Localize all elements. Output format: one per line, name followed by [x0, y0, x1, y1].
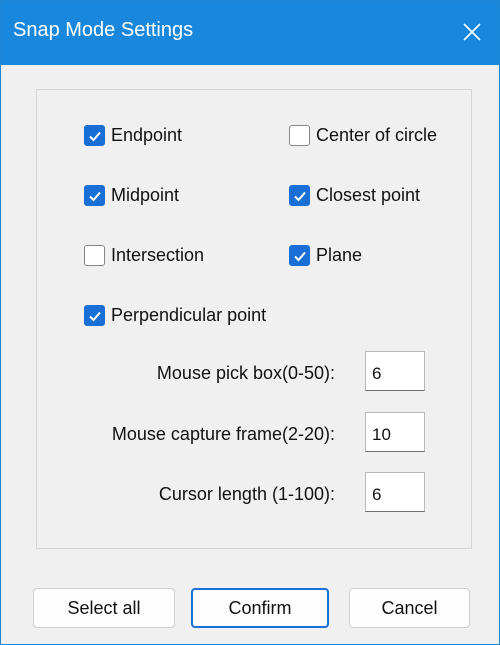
checkmark-icon [293, 251, 306, 261]
closest-point-check-box[interactable] [289, 185, 310, 206]
midpoint-checkbox[interactable]: Midpoint [84, 185, 179, 206]
endpoint-check-box[interactable] [84, 125, 105, 146]
plane-check-box[interactable] [289, 245, 310, 266]
midpoint-label: Midpoint [111, 185, 180, 205]
closest-point-label: Closest point [316, 185, 421, 205]
checkmark-icon [88, 191, 101, 201]
plane-checkbox[interactable]: Plane [289, 245, 362, 266]
close-icon [463, 23, 481, 41]
confirm-button[interactable]: Confirm [191, 588, 329, 628]
intersection-check-box[interactable] [84, 245, 105, 266]
center-of-circle-label: Center of circle [316, 125, 438, 145]
close-button[interactable] [455, 15, 489, 49]
capture-frame-input[interactable] [365, 412, 425, 452]
cursor-length-input[interactable] [365, 472, 425, 512]
center-of-circle-checkbox[interactable]: Center of circle [289, 125, 437, 146]
closest-point-checkbox[interactable]: Closest point [289, 185, 420, 206]
checkmark-icon [88, 311, 101, 321]
checkmark-icon [88, 131, 101, 141]
perpendicular-point-check-box[interactable] [84, 305, 105, 326]
perpendicular-point-label: Perpendicular point [111, 305, 267, 325]
endpoint-label: Endpoint [111, 125, 183, 145]
window-title: Snap Mode Settings [13, 19, 194, 41]
intersection-checkbox[interactable]: Intersection [84, 245, 204, 266]
endpoint-checkbox[interactable]: Endpoint [84, 125, 182, 146]
select-all-button[interactable]: Select all [33, 588, 175, 628]
intersection-label: Intersection [111, 245, 205, 265]
center-of-circle-check-box[interactable] [289, 125, 310, 146]
snap-mode-dialog: Snap Mode Settings Endpoint Center of ci… [0, 0, 500, 645]
cancel-button[interactable]: Cancel [349, 588, 470, 628]
pick-box-input[interactable] [365, 351, 425, 391]
cursor-length-label: Cursor length (1-100): [158, 484, 335, 504]
title-bar: Snap Mode Settings [1, 1, 499, 65]
plane-label: Plane [316, 245, 363, 265]
pick-box-label: Mouse pick box(0-50): [156, 363, 335, 383]
capture-frame-label: Mouse capture frame(2-20): [111, 424, 335, 444]
checkmark-icon [293, 191, 306, 201]
midpoint-check-box[interactable] [84, 185, 105, 206]
perpendicular-point-checkbox[interactable]: Perpendicular point [84, 305, 266, 326]
